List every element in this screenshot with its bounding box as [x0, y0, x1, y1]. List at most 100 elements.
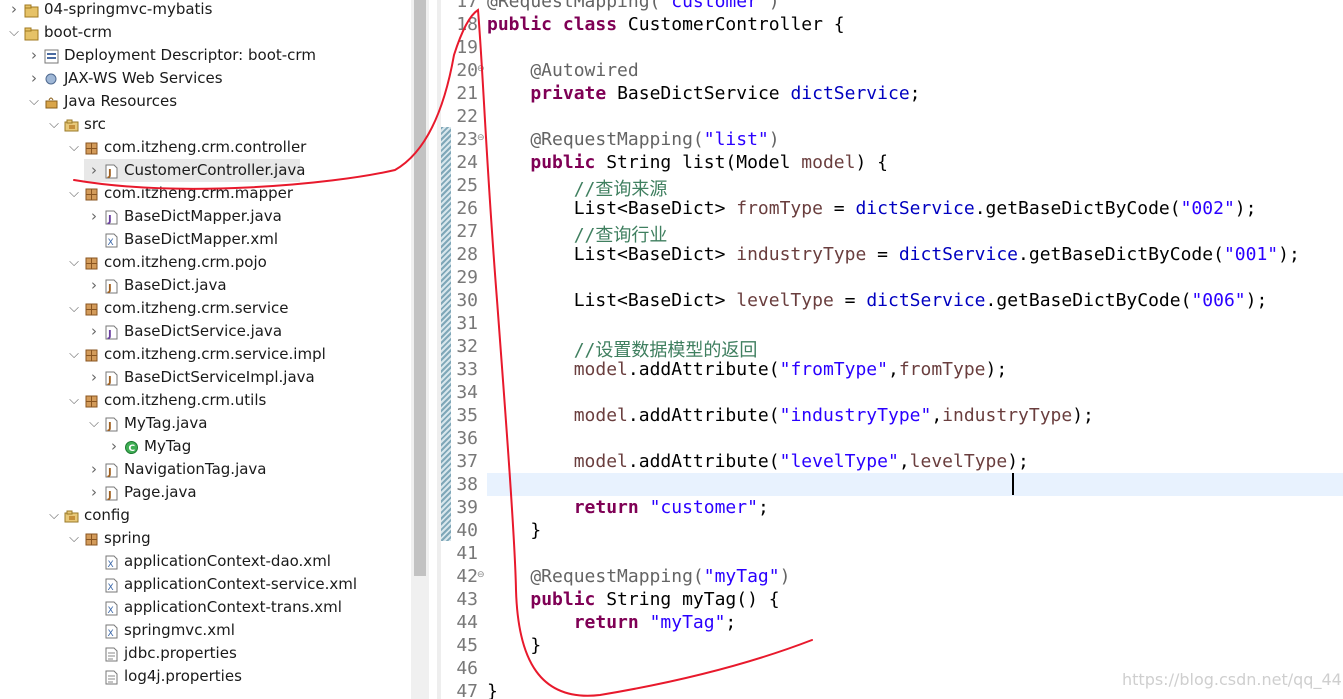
code-token: }	[487, 520, 542, 541]
tree-item[interactable]: › 04-springmvc-mybatis	[0, 0, 411, 21]
tree-item[interactable]: › C MyTag	[0, 435, 411, 458]
xml-file-icon: X	[104, 577, 119, 593]
chevron-down-icon[interactable]: ⌵	[68, 182, 80, 205]
tree-item[interactable]: X BaseDictMapper.xml	[0, 228, 411, 251]
tree-item[interactable]: ⌵ com.itzheng.crm.pojo	[0, 251, 411, 274]
code-line[interactable]: public class CustomerController {	[487, 14, 845, 35]
chevron-down-icon[interactable]: ⌵	[68, 251, 80, 274]
chevron-right-icon[interactable]: ›	[28, 67, 40, 90]
line-number: 18	[456, 14, 478, 35]
code-line[interactable]: List<BaseDict> industryType = dictServic…	[487, 244, 1300, 265]
chevron-right-icon[interactable]: ›	[88, 481, 100, 504]
chevron-down-icon[interactable]: ⌵	[88, 412, 100, 435]
code-token: String myTag() {	[606, 589, 780, 610]
chevron-right-icon[interactable]: ›	[108, 435, 120, 458]
chevron-right-icon[interactable]: ›	[88, 320, 100, 343]
project-explorer: › 04-springmvc-mybatis ⌵ boot-crm › Deploymen…	[0, 0, 411, 699]
tree-item[interactable]: › J NavigationTag.java	[0, 458, 411, 481]
code-line[interactable]: }	[487, 681, 498, 699]
code-line[interactable]: model.addAttribute("levelType",levelType…	[487, 451, 1029, 472]
fold-toggle-icon[interactable]: ⊖	[477, 133, 485, 143]
tree-item[interactable]: ⌵ com.itzheng.crm.service	[0, 297, 411, 320]
code-line[interactable]: public String myTag() {	[487, 589, 780, 610]
chevron-down-icon[interactable]: ⌵	[48, 113, 60, 136]
line-number: 33	[456, 359, 478, 380]
code-token: "001"	[1223, 244, 1279, 265]
chevron-right-icon[interactable]: ›	[88, 274, 100, 297]
chevron-down-icon[interactable]: ⌵	[68, 343, 80, 366]
explorer-scrollbar-thumb[interactable]	[414, 0, 426, 576]
tree-item[interactable]: ⌵ com.itzheng.crm.service.impl	[0, 343, 411, 366]
chevron-down-icon[interactable]: ⌵	[68, 527, 80, 550]
fold-toggle-icon[interactable]: ⊖	[477, 570, 485, 580]
line-number: 40	[456, 520, 478, 541]
tree-item-label: com.itzheng.crm.utils	[104, 391, 267, 409]
code-line[interactable]: public String list(Model model) {	[487, 152, 888, 173]
tree-item[interactable]: ⌵ src	[0, 113, 411, 136]
code-line[interactable]: @Autowired	[487, 60, 638, 81]
code-token: );	[1278, 244, 1300, 265]
code-line[interactable]: List<BaseDict> fromType = dictService.ge…	[487, 198, 1257, 219]
code-line[interactable]: @RequestMapping("list")	[487, 129, 779, 150]
tree-item[interactable]: ⌵ Java Resources	[0, 90, 411, 113]
chevron-down-icon[interactable]: ⌵	[28, 90, 40, 113]
tree-item-label: log4j.properties	[124, 667, 242, 685]
tree-item[interactable]: ⌵ spring	[0, 527, 411, 550]
tree-item[interactable]: XapplicationContext-trans.xml	[0, 596, 411, 619]
code-line[interactable]: List<BaseDict> levelType = dictService.g…	[487, 290, 1268, 311]
tree-item[interactable]: XapplicationContext-dao.xml	[0, 550, 411, 573]
code-line[interactable]: return "customer";	[487, 497, 769, 518]
tree-item[interactable]: ⌵ config	[0, 504, 411, 527]
properties-file-icon	[104, 669, 119, 685]
code-line[interactable]: model.addAttribute("fromType",fromType);	[487, 359, 1008, 380]
tree-item[interactable]: › JAX-WS Web Services	[0, 67, 411, 90]
tree-item[interactable]: › J BaseDictMapper.java	[0, 205, 411, 228]
code-token: List<BaseDict>	[487, 290, 737, 311]
tree-item[interactable]: › J CustomerController.java	[84, 159, 305, 182]
tree-item[interactable]: › J Page.java	[0, 481, 411, 504]
chevron-right-icon[interactable]: ›	[8, 0, 20, 21]
code-token: "006"	[1191, 290, 1246, 311]
tree-item[interactable]: › Deployment Descriptor: boot-crm	[0, 44, 411, 67]
chevron-down-icon[interactable]: ⌵	[68, 136, 80, 159]
code-line[interactable]: @RequestMapping("myTag")	[487, 566, 790, 587]
code-token: );	[1245, 290, 1268, 311]
tree-item[interactable]: ⌵ com.itzheng.crm.utils	[0, 389, 411, 412]
chevron-down-icon[interactable]: ⌵	[48, 504, 60, 527]
tree-item[interactable]: jdbc.properties	[0, 642, 411, 665]
chevron-down-icon[interactable]: ⌵	[68, 389, 80, 412]
tree-item[interactable]: › J BaseDict.java	[0, 274, 411, 297]
tree-item[interactable]: XapplicationContext-service.xml	[0, 573, 411, 596]
tree-item[interactable]: ⌵ com.itzheng.crm.controller	[0, 136, 411, 159]
chevron-right-icon[interactable]: ›	[88, 366, 100, 389]
code-token: List<BaseDict>	[487, 244, 737, 265]
java-file-icon: J	[104, 163, 119, 179]
chevron-right-icon[interactable]: ›	[88, 205, 100, 228]
code-line[interactable]: }	[487, 520, 541, 541]
chevron-right-icon[interactable]: ›	[28, 44, 40, 67]
code-editor[interactable]: 17 @RequestMapping("customer") 18 public cl…	[437, 0, 1343, 699]
chevron-right-icon[interactable]: ›	[88, 159, 100, 182]
tree-item[interactable]: Xspringmvc.xml	[0, 619, 411, 642]
code-line[interactable]: return "myTag";	[487, 612, 737, 633]
tree-item[interactable]: › J BaseDictServiceImpl.java	[0, 366, 411, 389]
tree-item[interactable]: ⌵ boot-crm	[0, 21, 411, 44]
code-line[interactable]: model.addAttribute("industryType",indust…	[487, 405, 1094, 426]
tree-item[interactable]: ⌵ com.itzheng.crm.mapper	[0, 182, 411, 205]
code-line[interactable]: @RequestMapping("customer")	[487, 0, 780, 12]
java-file-icon: J	[104, 370, 119, 386]
tree-item-label: CustomerController.java	[124, 161, 306, 179]
chevron-down-icon[interactable]: ⌵	[8, 21, 20, 44]
explorer-scrollbar[interactable]	[411, 0, 429, 699]
tree-item[interactable]: log4j.properties	[0, 665, 411, 688]
chevron-right-icon[interactable]: ›	[88, 458, 100, 481]
code-line[interactable]: private BaseDictService dictService;	[487, 83, 920, 104]
fold-toggle-icon[interactable]: ⊖	[477, 64, 485, 74]
code-token: levelType	[736, 290, 834, 311]
code-line[interactable]: }	[487, 635, 541, 656]
tree-item[interactable]: › J BaseDictService.java	[0, 320, 411, 343]
chevron-down-icon[interactable]: ⌵	[68, 297, 80, 320]
tree-item[interactable]: ⌵ J MyTag.java	[0, 412, 411, 435]
